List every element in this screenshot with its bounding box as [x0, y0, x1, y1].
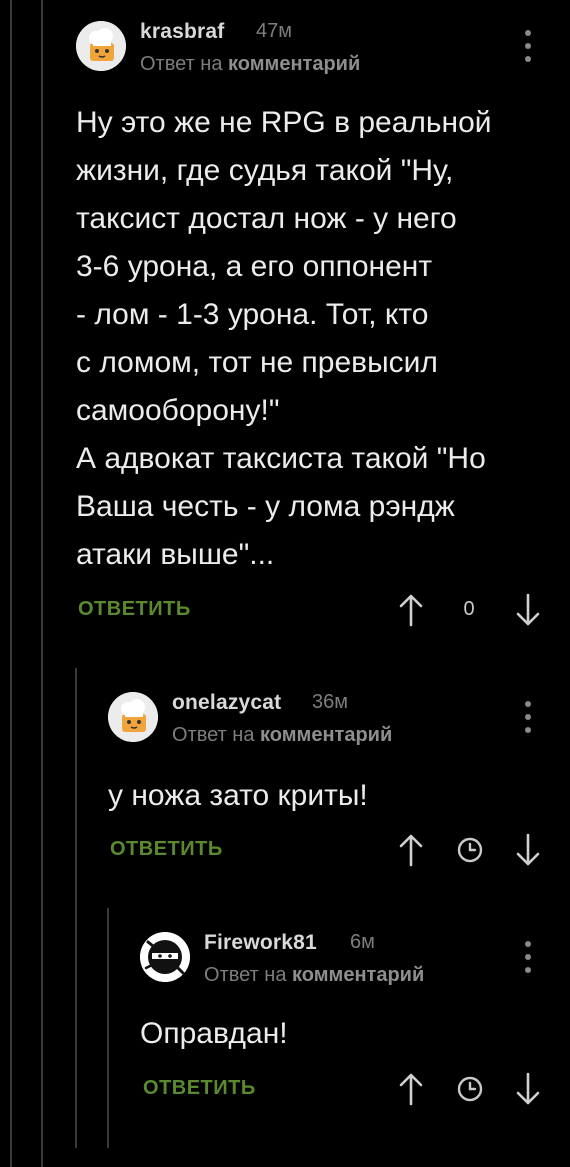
comment: Firework81 6м Ответ на комментарий Оправ…: [0, 0, 570, 1140]
avatar[interactable]: [140, 932, 190, 982]
arrow-down-icon[interactable]: [515, 1072, 541, 1106]
timestamp: 6м: [350, 931, 375, 953]
clock-icon[interactable]: [456, 1075, 484, 1103]
reply-to-prefix: Ответ на: [204, 964, 287, 986]
username[interactable]: Firework81: [204, 931, 317, 955]
reply-to-link[interactable]: Ответ на комментарий: [204, 964, 424, 987]
ninja-avatar-icon: [140, 932, 190, 982]
more-vertical-icon[interactable]: [523, 941, 533, 973]
reply-button[interactable]: ОТВЕТИТЬ: [143, 1077, 256, 1100]
arrow-up-icon[interactable]: [398, 1072, 424, 1106]
comment-text: Оправдан!: [140, 1017, 288, 1050]
reply-to-target[interactable]: комментарий: [292, 964, 424, 986]
